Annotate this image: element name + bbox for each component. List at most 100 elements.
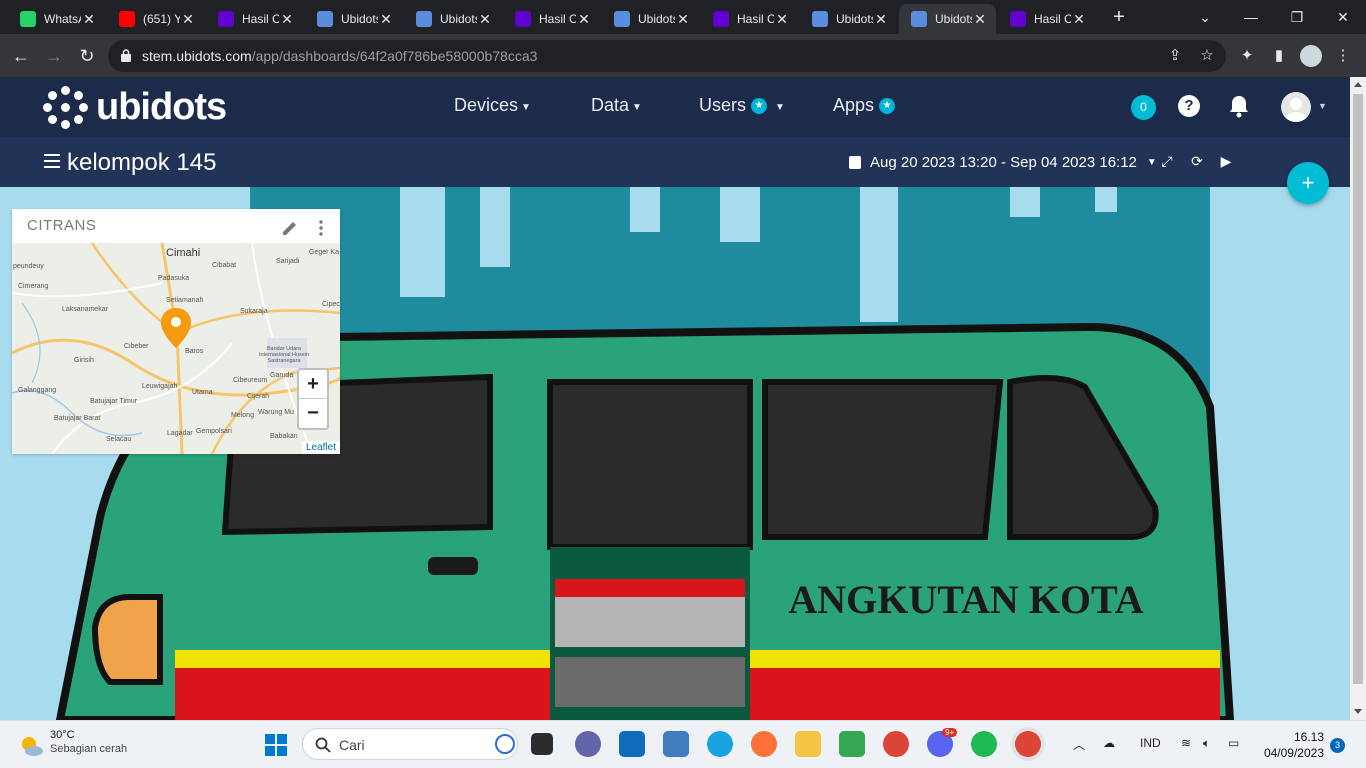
more-vertical-icon[interactable] (318, 220, 324, 236)
leaflet-attribution-link[interactable]: Leaflet (301, 441, 340, 454)
tab-title: Ubidots (341, 12, 378, 26)
share-icon[interactable]: ⇪ (1165, 46, 1185, 66)
close-tab-icon[interactable]: ✕ (675, 11, 691, 28)
close-tab-icon[interactable]: ✕ (972, 11, 988, 28)
chrome-icon[interactable] (883, 731, 909, 757)
firefox-icon[interactable] (751, 731, 777, 757)
browser-tab[interactable]: (651) YouTube✕ (107, 4, 204, 34)
battery-icon[interactable]: ▭ (1228, 736, 1239, 750)
close-tab-icon[interactable]: ✕ (378, 11, 394, 28)
close-tab-icon[interactable]: ✕ (774, 11, 790, 28)
extensions-icon[interactable]: ✦ (1236, 45, 1258, 67)
map-label: Cimerang (18, 283, 49, 290)
map-view[interactable]: Cimahi Cibabat Sarijadi Geger Ka Padasuk… (12, 243, 340, 454)
close-tab-icon[interactable]: ✕ (180, 11, 196, 28)
mail-icon[interactable] (619, 731, 645, 757)
profile-avatar[interactable] (1300, 45, 1322, 67)
browser-tab[interactable]: Hasil Cari✕ (206, 4, 303, 34)
map-label: Sarijadi (276, 258, 300, 265)
show-hidden-icons[interactable]: ︿ (1073, 736, 1085, 753)
zoom-out-button[interactable]: − (299, 399, 327, 428)
close-tab-icon[interactable]: ✕ (576, 11, 592, 28)
pencil-icon[interactable] (281, 219, 299, 237)
dashboard-title[interactable]: kelompok 145 (67, 149, 216, 177)
browser-tab[interactable]: Hasil Cari✕ (503, 4, 600, 34)
back-icon[interactable]: ← (9, 44, 33, 68)
file-explorer-icon[interactable] (795, 731, 821, 757)
page-scrollbar[interactable] (1350, 77, 1366, 720)
task-view-icon[interactable] (531, 733, 553, 755)
input-language[interactable]: IND (1140, 736, 1161, 750)
logo-dots-icon (43, 85, 88, 129)
nav-apps[interactable]: Apps ★ (833, 95, 896, 116)
close-tab-icon[interactable]: ✕ (279, 11, 295, 28)
browser-tab[interactable]: Hasil Cari✕ (998, 4, 1095, 34)
new-tab-button[interactable]: + (1108, 6, 1130, 28)
refresh-icon[interactable]: ⟳ (1188, 152, 1206, 170)
zoom-in-button[interactable]: + (299, 370, 327, 399)
notification-count-badge[interactable]: 0 (1131, 95, 1156, 120)
map-label: Cijerah (247, 393, 270, 400)
teams-chat-icon[interactable] (575, 731, 601, 757)
spotify-icon[interactable] (971, 731, 997, 757)
scrollbar-thumb[interactable] (1353, 94, 1363, 684)
map-label: Bandar Udara Internasional Husein Sastra… (258, 346, 310, 364)
nav-users[interactable]: Users ★ ▼ (699, 95, 785, 116)
close-tab-icon[interactable]: ✕ (81, 11, 97, 28)
notification-center-badge[interactable]: 3 (1330, 738, 1345, 753)
address-bar[interactable]: stem.ubidots.com/app/dashboards/64f2a0f7… (108, 40, 1226, 72)
location-pin-icon[interactable] (159, 306, 193, 350)
taskbar-clock[interactable]: 16.13 04/09/2023 (1258, 729, 1324, 761)
nav-devices[interactable]: Devices ▼ (454, 95, 531, 116)
nav-data-label: Data (591, 95, 630, 115)
bell-icon[interactable] (1228, 94, 1250, 118)
browser-tab[interactable]: Hasil Cari✕ (701, 4, 798, 34)
minimize-icon[interactable]: — (1228, 4, 1274, 30)
map-widget[interactable]: CITRANS Cimahi Cibabat Sarijadi Geger Ka… (12, 209, 340, 454)
scroll-up-icon[interactable] (1354, 82, 1362, 87)
wifi-icon[interactable]: ≋ (1181, 736, 1191, 750)
python-icon[interactable] (663, 731, 689, 757)
volume-icon[interactable]: 🔈︎ (1203, 736, 1210, 751)
add-widget-button[interactable]: + (1287, 162, 1329, 204)
edge-icon[interactable] (707, 731, 733, 757)
windows-start-icon[interactable] (264, 733, 288, 757)
browser-tab[interactable]: Ubidots ✕ (800, 4, 897, 34)
help-icon[interactable]: ? (1178, 95, 1200, 117)
tab-title: Ubidots (836, 12, 873, 26)
nav-data[interactable]: Data ▼ (591, 95, 642, 116)
date-range-picker[interactable]: Aug 20 2023 13:20 - Sep 04 2023 16:12 ▼ (849, 154, 1157, 171)
close-tab-icon[interactable]: ✕ (477, 11, 493, 28)
play-store-icon[interactable] (839, 731, 865, 757)
browser-tab[interactable]: Ubidots ✕ (899, 4, 996, 34)
browser-tab[interactable]: Ubidots ✕ (305, 4, 402, 34)
bing-icon[interactable] (495, 734, 515, 754)
chrome-menu-icon[interactable]: ⋮ (1332, 45, 1354, 67)
play-icon[interactable]: ▶ (1217, 152, 1235, 170)
reload-icon[interactable]: ↻ (75, 44, 99, 68)
cloud-icon[interactable]: ☁ (1103, 736, 1115, 750)
taskbar-search-box[interactable]: Cari (302, 728, 518, 760)
browser-tab[interactable]: WhatsApp✕ (8, 4, 105, 34)
scroll-down-icon[interactable] (1354, 709, 1362, 714)
browser-tab[interactable]: Ubidots ✕ (404, 4, 501, 34)
side-panel-icon[interactable]: ▮ (1268, 45, 1290, 67)
windows-taskbar: 30°C Sebagian cerah Cari 9+ ︿ ☁ IND ≋ 🔈︎ (0, 720, 1366, 768)
user-avatar[interactable] (1281, 92, 1311, 122)
close-tab-icon[interactable]: ✕ (873, 11, 889, 28)
hamburger-menu-icon[interactable] (44, 154, 60, 168)
chrome-active-icon[interactable] (1015, 731, 1041, 757)
restore-icon[interactable]: ❐ (1274, 4, 1320, 30)
bookmark-star-icon[interactable]: ☆ (1197, 46, 1217, 66)
chevron-down-icon[interactable]: ▼ (1318, 101, 1327, 111)
tab-search-icon[interactable]: ⌄ (1182, 4, 1228, 30)
weather-widget[interactable]: 30°C Sebagian cerah (18, 729, 127, 759)
close-window-icon[interactable]: ✕ (1320, 4, 1366, 30)
map-label: Cibabat (212, 262, 237, 269)
close-tab-icon[interactable]: ✕ (1071, 11, 1087, 28)
fullscreen-icon[interactable]: ⤢ (1158, 152, 1176, 170)
ubidots-logo[interactable]: ubidots (43, 85, 227, 129)
browser-tab[interactable]: Ubidots ✕ (602, 4, 699, 34)
forward-icon[interactable]: → (42, 44, 66, 68)
map-label: Selacau (106, 436, 132, 443)
